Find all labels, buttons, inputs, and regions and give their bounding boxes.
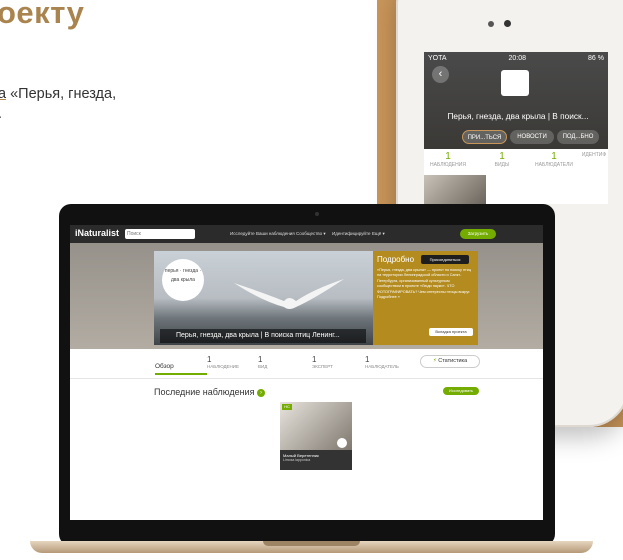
laptop-screen: iNaturalist Исследуйте Ваши наблюдения С…	[70, 225, 543, 520]
project-banner: перья · гнезда · два крыла Перья, гнезда…	[70, 243, 543, 349]
statistics-button[interactable]: ⚡ Статистика	[420, 355, 480, 368]
project-details-panel: Подробно Присоединиться «Перья, гнезда, …	[373, 251, 478, 345]
upload-button[interactable]: Загрузить	[460, 229, 496, 239]
quality-badge: НС	[282, 404, 292, 410]
explore-button[interactable]: Исследовать	[443, 387, 479, 395]
phone-project-title: Перья, гнезда, два крыла | В поиск...	[447, 111, 589, 121]
join-project-button[interactable]: Присоединиться	[421, 255, 469, 264]
search-input[interactable]	[125, 229, 195, 239]
seagull-image	[234, 279, 344, 309]
banner-image: перья · гнезда · два крыла Перья, гнезда…	[154, 251, 373, 345]
stat-species[interactable]: 1 ВИД	[258, 355, 267, 369]
project-description: «Перья, гнезда, два крыла» — проект по п…	[377, 268, 472, 300]
carrier: YOTA	[428, 55, 447, 62]
nav-community[interactable]: Сообщество ▾	[296, 231, 326, 237]
observation-caption: Малый Веретенник Limosa lapponica	[280, 450, 352, 470]
battery: 86 %	[588, 55, 604, 62]
stage: оекту а «Перья, гнезда, . YOTA 20:08 86 …	[0, 0, 623, 560]
nav-explore[interactable]: Исследуйте	[230, 231, 255, 236]
recent-observations-heading: Последние наблюдения ›	[154, 387, 265, 397]
back-arrow-icon[interactable]: ‹	[432, 66, 449, 83]
news-button[interactable]: НОВОСТИ	[510, 130, 554, 144]
stats-bar: Обзор 1 НАБЛЮДЕНИЕ 1 ВИД 1 ЭКСПЕРТ 1 НАБЛЮДА…	[70, 349, 543, 379]
tab-observers[interactable]: 1 НАБЛЮДАТЕЛИ	[532, 152, 576, 169]
banner-title: Перья, гнезда, два крыла | В поиска птиц…	[160, 329, 366, 343]
nav-your-observations[interactable]: Ваши наблюдения	[256, 231, 295, 236]
details-button[interactable]: ПОД...БНО	[557, 130, 599, 144]
top-nav: iNaturalist Исследуйте Ваши наблюдения С…	[70, 225, 543, 243]
observation-thumbnail[interactable]	[424, 175, 486, 204]
user-avatar[interactable]	[337, 438, 347, 448]
nav-identify[interactable]: Идентифицируйте	[332, 231, 370, 236]
phone-sensor	[504, 20, 511, 27]
project-tab-button[interactable]: Вкладка проекта	[429, 328, 473, 336]
clock: 20:08	[508, 55, 527, 62]
arrow-right-icon[interactable]: ›	[256, 388, 265, 397]
stat-identifiers[interactable]: 1 ЭКСПЕРТ	[312, 355, 333, 369]
nav-more[interactable]: Ещё ▾	[372, 231, 385, 237]
phone-stats-tabs: 1 НАБЛЮДЕНИЯ 1 ВИДЫ 1 НАБЛЮДАТЕЛИ ИДЕНТИФ	[424, 149, 608, 173]
join-button[interactable]: ПРИ...ТЬСЯ	[462, 130, 507, 144]
project-emblem: перья · гнезда · два крыла	[162, 259, 204, 301]
tab-overview[interactable]: Обзор	[155, 363, 207, 375]
tab-species[interactable]: 1 ВИДЫ	[482, 152, 522, 169]
observation-card[interactable]: НС Малый Веретенник Limosa lapponica	[280, 402, 352, 470]
laptop-notch	[263, 541, 360, 546]
para-line-2: .	[0, 106, 2, 122]
phone-camera	[488, 21, 494, 27]
para-line-1: «Перья, гнезда,	[6, 86, 117, 102]
tab-identifiers[interactable]: ИДЕНТИФ	[579, 152, 608, 158]
stat-observers[interactable]: 1 НАБЛЮДАТЕЛЬ	[365, 355, 399, 369]
section-heading: оекту	[0, 0, 85, 30]
observation-latin: Limosa lapponica	[283, 458, 311, 462]
phone-screen: YOTA 20:08 86 % ‹ Перья, гнезда, два кры…	[424, 52, 608, 204]
laptop-camera	[315, 212, 319, 216]
project-logo	[501, 70, 529, 96]
brand-logo[interactable]: iNaturalist	[75, 228, 119, 238]
stat-observations[interactable]: 1 НАБЛЮДЕНИЕ	[207, 355, 239, 369]
phone-hero: YOTA 20:08 86 % ‹ Перья, гнезда, два кры…	[424, 52, 608, 149]
tab-observations[interactable]: 1 НАБЛЮДЕНИЯ	[428, 152, 468, 169]
phone-status-bar: YOTA 20:08 86 %	[428, 55, 604, 62]
body-paragraph: а «Перья, гнезда, .	[0, 84, 116, 124]
